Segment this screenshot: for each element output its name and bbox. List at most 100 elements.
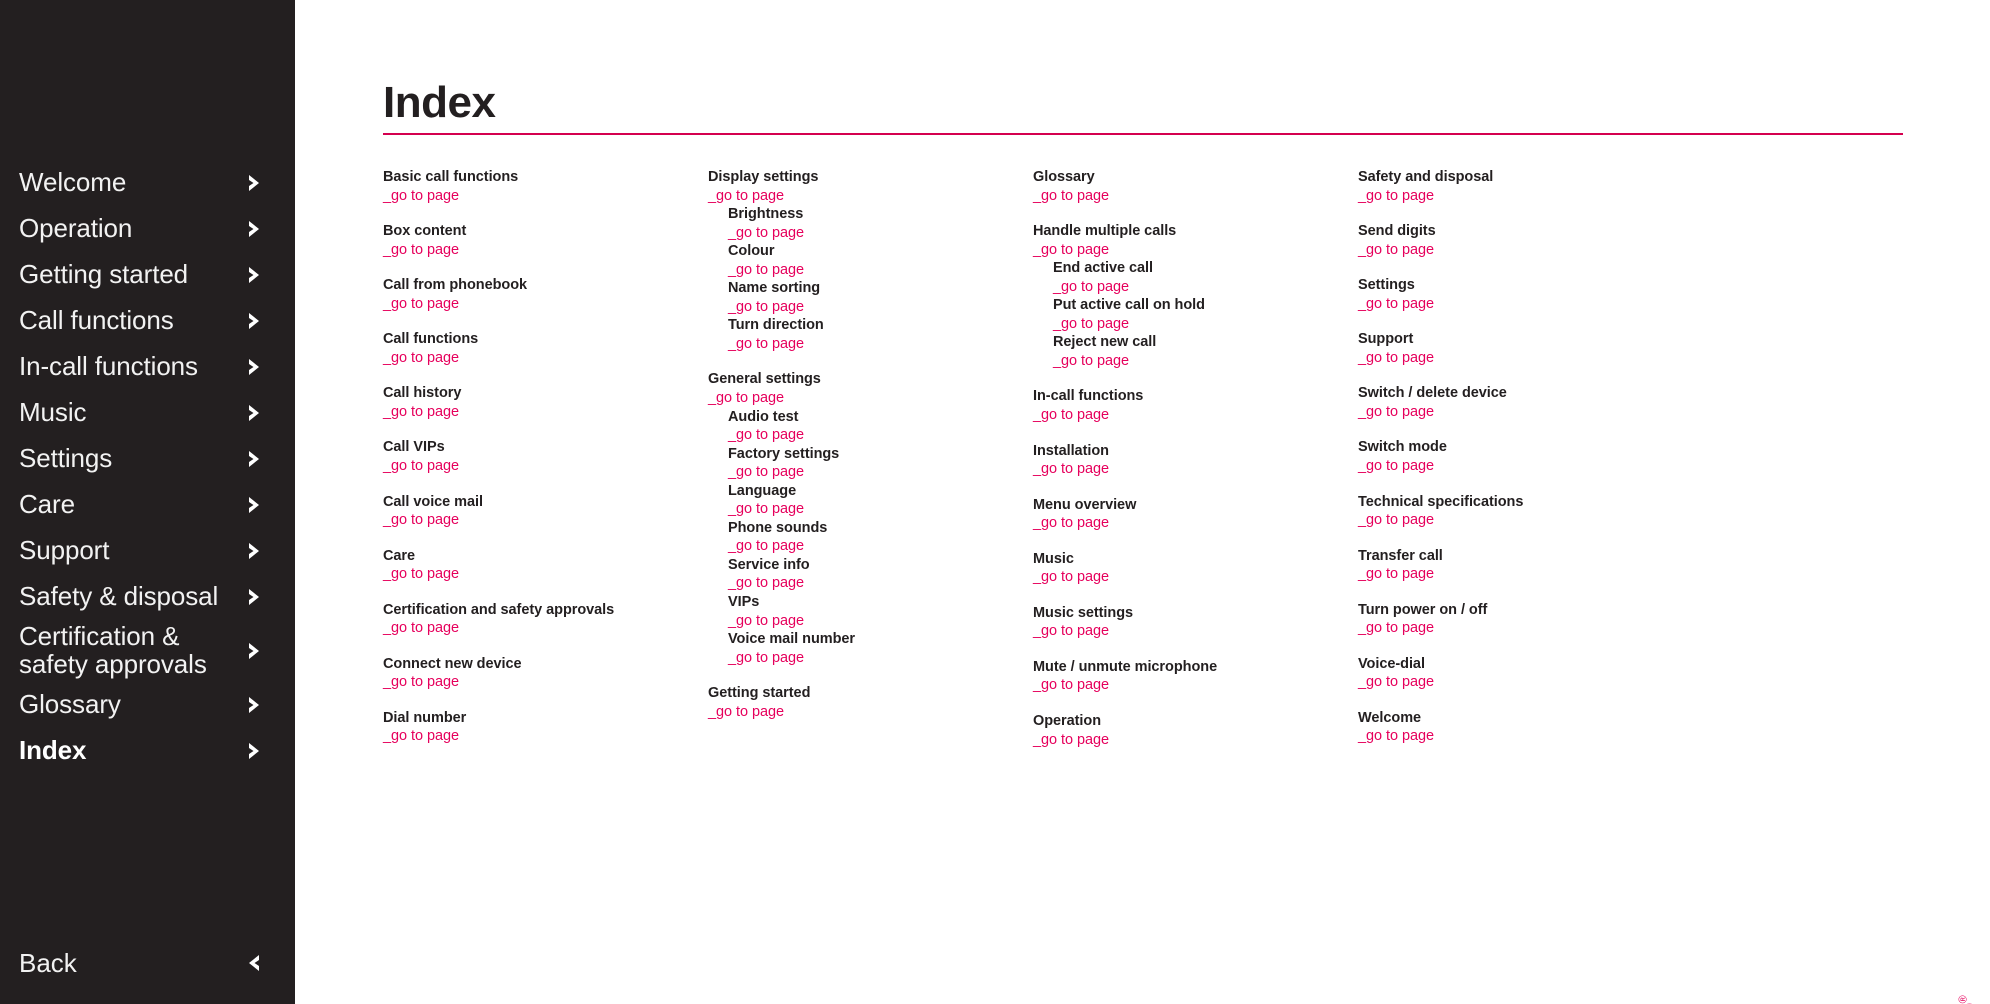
go-to-page-link[interactable]: _go to page — [383, 187, 708, 206]
index-entry-title: Operation — [1033, 713, 1102, 730]
go-to-page-link[interactable]: _go to page — [1358, 187, 1683, 206]
go-to-page-link[interactable]: _go to page — [1358, 673, 1683, 692]
go-to-page-link[interactable]: _go to page — [1358, 349, 1683, 368]
main-content: Index Basic call functions _go to page Box… — [295, 0, 1990, 1004]
go-to-page-link[interactable]: _go to page — [383, 349, 708, 368]
index-entry-title: Glossary — [1033, 169, 1095, 185]
index-entry: Colour _go to page — [708, 242, 1033, 279]
index-entry: Turn power on / off _go to page — [1358, 601, 1683, 638]
go-to-page-link[interactable]: _go to page — [728, 463, 1033, 482]
go-to-page-link[interactable]: _go to page — [1033, 187, 1358, 206]
go-to-page-link[interactable]: _go to page — [383, 511, 708, 530]
sidebar-item-in-call-functions[interactable]: In-call functions — [0, 344, 295, 390]
sidebar-item-settings[interactable]: Settings — [0, 436, 295, 482]
logo-registered-mark: ® — [1958, 996, 1970, 1004]
go-to-page-link[interactable]: _go to page — [1358, 727, 1683, 746]
go-to-page-link[interactable]: _go to page — [728, 298, 1033, 317]
index-entry-title: Colour — [728, 243, 775, 260]
go-to-page-link[interactable]: _go to page — [728, 574, 1033, 593]
sidebar-item-safety-disposal[interactable]: Safety & disposal — [0, 574, 295, 620]
sidebar-item-care[interactable]: Care — [0, 482, 295, 528]
go-to-page-link[interactable]: _go to page — [728, 224, 1033, 243]
go-to-page-link[interactable]: _go to page — [1358, 241, 1683, 260]
sidebar-item-glossary[interactable]: Glossary — [0, 682, 295, 728]
sidebar-item-label: In-call functions — [19, 351, 198, 382]
index-entry-title: Handle multiple calls — [1033, 223, 1177, 240]
sidebar-item-certification-safety-approvals[interactable]: Certification & safety approvals — [0, 620, 295, 682]
go-to-page-link[interactable]: _go to page — [1358, 619, 1683, 638]
index-entry: Language _go to page — [708, 482, 1033, 519]
go-to-page-link[interactable]: _go to page — [383, 727, 708, 746]
index-entry-title: Call from phonebook — [383, 277, 528, 294]
go-to-page-link[interactable]: _go to page — [708, 389, 1033, 408]
index-entry-title: Brightness — [728, 206, 804, 223]
sidebar-item-label: Operation — [19, 213, 133, 244]
index-entry-title: Menu overview — [1033, 496, 1137, 513]
brand-logo: novero® — [1930, 824, 1990, 1004]
go-to-page-link[interactable]: _go to page — [1033, 241, 1358, 260]
index-entry-title: Display settings — [708, 169, 819, 185]
sidebar-item-call-functions[interactable]: Call functions — [0, 298, 295, 344]
go-to-page-link[interactable]: _go to page — [708, 187, 1033, 206]
back-label: Back — [19, 947, 77, 978]
sidebar-item-welcome[interactable]: Welcome — [0, 160, 295, 206]
go-to-page-link[interactable]: _go to page — [1033, 406, 1358, 425]
sidebar-item-index[interactable]: Index — [0, 728, 295, 774]
go-to-page-link[interactable]: _go to page — [1358, 565, 1683, 584]
go-to-page-link[interactable]: _go to page — [1033, 622, 1358, 641]
go-to-page-link[interactable]: _go to page — [1053, 278, 1358, 297]
go-to-page-link[interactable]: _go to page — [1033, 514, 1358, 533]
index-entry: Dial number _go to page — [383, 709, 708, 746]
index-column: Basic call functions _go to page Box conte… — [383, 168, 708, 766]
sidebar-item-label: Call functions — [19, 305, 174, 336]
chevron-right-icon — [245, 495, 263, 515]
sidebar-item-support[interactable]: Support — [0, 528, 295, 574]
go-to-page-link[interactable]: _go to page — [1358, 457, 1683, 476]
go-to-page-link[interactable]: _go to page — [383, 403, 708, 422]
go-to-page-link[interactable]: _go to page — [383, 295, 708, 314]
go-to-page-link[interactable]: _go to page — [383, 565, 708, 584]
go-to-page-link[interactable]: _go to page — [383, 241, 708, 260]
index-entry-title: Technical specifications — [1358, 493, 1524, 510]
go-to-page-link[interactable]: _go to page — [728, 537, 1033, 556]
go-to-page-link[interactable]: _go to page — [728, 500, 1033, 519]
go-to-page-link[interactable]: _go to page — [1053, 315, 1358, 334]
index-columns: Basic call functions _go to page Box conte… — [383, 168, 1943, 766]
sidebar-item-getting-started[interactable]: Getting started — [0, 252, 295, 298]
index-page: Welcome Operation Getting started Call func… — [0, 0, 1990, 1004]
go-to-page-link[interactable]: _go to page — [383, 457, 708, 476]
go-to-page-link[interactable]: _go to page — [1358, 511, 1683, 530]
chevron-right-icon — [245, 449, 263, 469]
go-to-page-link[interactable]: _go to page — [728, 649, 1033, 668]
go-to-page-link[interactable]: _go to page — [1358, 295, 1683, 314]
go-to-page-link[interactable]: _go to page — [728, 426, 1033, 445]
go-to-page-link[interactable]: _go to page — [1033, 676, 1358, 695]
index-entry-title: Language — [728, 482, 797, 499]
index-entry: Transfer call _go to page — [1358, 547, 1683, 584]
index-entry-title: Support — [1358, 331, 1414, 348]
index-entry: Display settings _go to page — [708, 168, 1033, 205]
chevron-right-icon — [245, 311, 263, 331]
sidebar-item-operation[interactable]: Operation — [0, 206, 295, 252]
go-to-page-link[interactable]: _go to page — [383, 619, 708, 638]
index-entry-title: Getting started — [708, 685, 811, 702]
go-to-page-link[interactable]: _go to page — [708, 703, 1033, 722]
go-to-page-link[interactable]: _go to page — [1033, 460, 1358, 479]
go-to-page-link[interactable]: _go to page — [1358, 403, 1683, 422]
index-entry-title: Voice mail number — [728, 631, 856, 648]
back-button[interactable]: Back — [0, 940, 295, 986]
go-to-page-link[interactable]: _go to page — [1053, 352, 1358, 371]
index-entry-title: Installation — [1033, 442, 1109, 459]
go-to-page-link[interactable]: _go to page — [1033, 568, 1358, 587]
index-entry: Connect new device _go to page — [383, 655, 708, 692]
go-to-page-link[interactable]: _go to page — [728, 612, 1033, 631]
go-to-page-link[interactable]: _go to page — [728, 261, 1033, 280]
go-to-page-link[interactable]: _go to page — [383, 673, 708, 692]
index-entry-title: Phone sounds — [728, 519, 828, 536]
go-to-page-link[interactable]: _go to page — [1033, 731, 1358, 750]
sidebar-item-music[interactable]: Music — [0, 390, 295, 436]
go-to-page-link[interactable]: _go to page — [728, 335, 1033, 354]
index-entry: Glossary _go to page — [1033, 168, 1358, 205]
index-entry-title: Safety and disposal — [1358, 169, 1494, 185]
